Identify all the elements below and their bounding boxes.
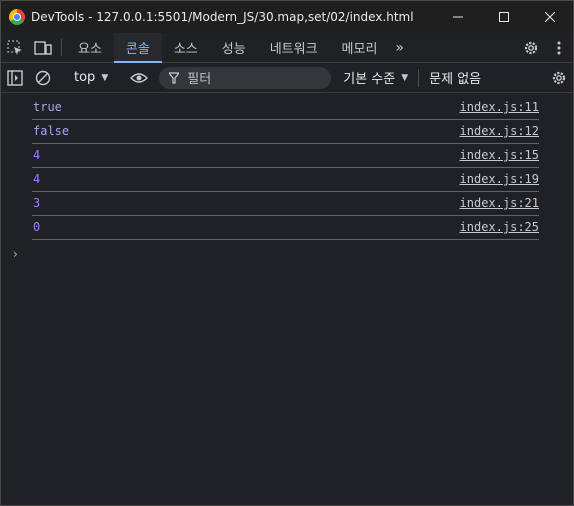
- device-toolbar-icon[interactable]: [29, 33, 57, 62]
- close-button[interactable]: [527, 1, 573, 33]
- customize-menu-button[interactable]: [545, 41, 573, 55]
- console-message: 4 index.js:19: [32, 168, 539, 192]
- chevron-double-right-icon: »: [395, 39, 404, 56]
- clear-icon: [35, 70, 51, 85]
- issues-counter[interactable]: 문제 없음: [418, 68, 481, 87]
- tab-network[interactable]: 네트워크: [258, 33, 330, 62]
- console-toolbar: top ▼ 필터 기본 수준 ▼ 문제 없음: [1, 63, 573, 93]
- caret-down-icon: ▼: [101, 72, 109, 83]
- tab-console[interactable]: 콘솔: [113, 33, 162, 63]
- tab-memory[interactable]: 메모리: [330, 33, 390, 62]
- more-vertical-icon: [557, 41, 561, 54]
- caret-down-icon: ▼: [401, 72, 409, 83]
- context-selector[interactable]: top ▼: [66, 70, 116, 85]
- tab-elements[interactable]: 요소: [66, 33, 114, 62]
- log-value: 4: [33, 148, 41, 162]
- live-expression-button[interactable]: [125, 63, 153, 92]
- filter-placeholder: 필터: [187, 72, 212, 87]
- log-value: 4: [33, 172, 41, 186]
- panel-tab-bar: 요소 콘솔 소스 성능 네트워크 메모리 »: [1, 33, 573, 63]
- console-prompt[interactable]: ›: [13, 247, 573, 261]
- source-link[interactable]: index.js:12: [460, 124, 539, 138]
- inspect-element-icon[interactable]: [1, 33, 29, 62]
- clear-console-button[interactable]: [29, 63, 57, 92]
- log-value: 3: [33, 196, 41, 210]
- log-value: false: [33, 124, 70, 138]
- filter-input[interactable]: 필터: [159, 66, 332, 89]
- window-controls: [435, 1, 573, 33]
- settings-button[interactable]: [517, 40, 545, 56]
- source-link[interactable]: index.js:15: [460, 148, 539, 162]
- maximize-icon: [499, 12, 509, 22]
- minimize-icon: [453, 16, 463, 18]
- eye-icon: [130, 72, 149, 83]
- chrome-icon: [9, 9, 25, 25]
- close-icon: [545, 12, 555, 22]
- log-levels-dropdown[interactable]: 기본 수준 ▼: [343, 68, 408, 87]
- console-message: true index.js:11: [32, 96, 539, 120]
- console-messages: true index.js:11 false index.js:12 4 ind…: [1, 93, 573, 261]
- source-link[interactable]: index.js:25: [460, 220, 539, 234]
- source-link[interactable]: index.js:19: [460, 172, 539, 186]
- gear-icon: [552, 71, 566, 84]
- source-link[interactable]: index.js:21: [460, 196, 539, 210]
- source-link[interactable]: index.js:11: [460, 100, 539, 114]
- title-bar: DevTools - 127.0.0.1:5501/Modern_JS/30.m…: [1, 1, 573, 33]
- devtools-window: DevTools - 127.0.0.1:5501/Modern_JS/30.m…: [0, 0, 574, 506]
- window-title: DevTools - 127.0.0.1:5501/Modern_JS/30.m…: [31, 10, 414, 24]
- tab-performance[interactable]: 성능: [210, 33, 258, 62]
- divider: [61, 39, 62, 56]
- log-value: true: [33, 100, 62, 114]
- maximize-button[interactable]: [481, 1, 527, 33]
- filter-icon: [169, 71, 180, 84]
- console-message: 4 index.js:15: [32, 144, 539, 168]
- tab-sources[interactable]: 소스: [162, 33, 210, 62]
- more-tabs-button[interactable]: »: [389, 33, 410, 62]
- console-message: 0 index.js:25: [32, 216, 539, 240]
- show-sidebar-button[interactable]: [1, 63, 29, 92]
- prompt-chevron-icon: ›: [13, 247, 18, 261]
- console-message: 3 index.js:21: [32, 192, 539, 216]
- sidebar-icon: [7, 69, 23, 86]
- console-message: false index.js:12: [32, 120, 539, 144]
- gear-icon: [524, 41, 538, 54]
- minimize-button[interactable]: [435, 1, 481, 33]
- log-value: 0: [33, 220, 41, 234]
- console-settings-button[interactable]: [545, 63, 573, 92]
